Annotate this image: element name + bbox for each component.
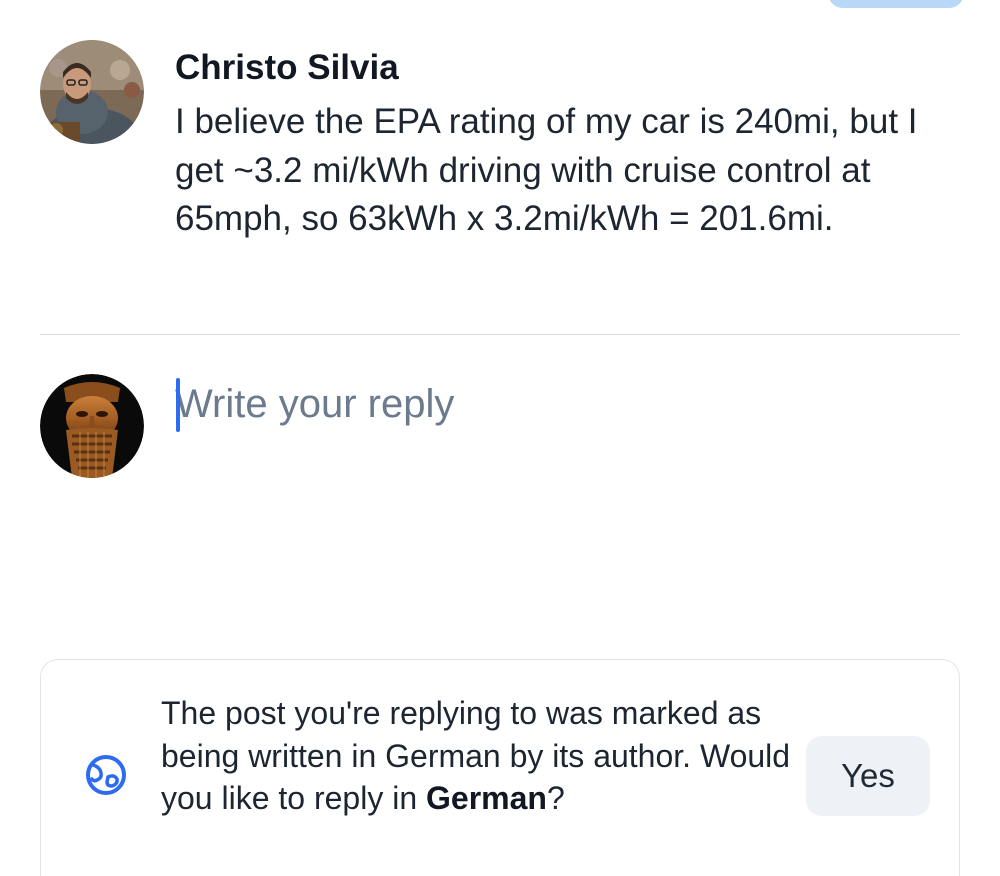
top-action-button-partial[interactable] — [828, 0, 964, 8]
language-name: German — [426, 780, 547, 816]
language-suggestion-card: The post you're replying to was marked a… — [40, 659, 960, 876]
language-suggestion-text: The post you're replying to was marked a… — [161, 692, 791, 820]
current-user-avatar — [40, 374, 144, 478]
globe-icon — [86, 755, 126, 795]
text-cursor — [176, 378, 180, 432]
author-name[interactable]: Christo Silvia — [175, 48, 399, 88]
post-text: I believe the EPA rating of my car is 24… — [175, 102, 918, 238]
divider — [40, 334, 960, 335]
author-avatar[interactable] — [40, 40, 144, 144]
reply-input[interactable] — [175, 378, 935, 538]
reply-composer-screen: Christo Silvia I believe the EPA rating … — [0, 0, 1000, 876]
yes-button[interactable]: Yes — [806, 736, 930, 816]
language-message-end: ? — [546, 780, 565, 816]
current-user-avatar-image — [40, 374, 144, 478]
author-avatar-image — [40, 40, 144, 144]
